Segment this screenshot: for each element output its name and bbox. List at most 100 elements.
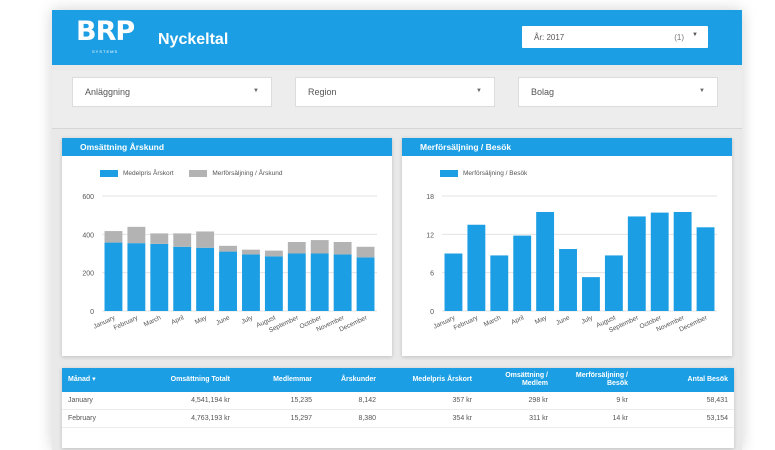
bar: [242, 254, 260, 311]
x-tick-label: June: [555, 314, 571, 326]
bar: [287, 242, 306, 254]
column-header[interactable]: Omsättning / Medlem: [478, 368, 554, 392]
x-tick-label: May: [194, 314, 209, 326]
bar: [196, 247, 215, 311]
bar: [513, 235, 532, 311]
table-cell: 15,297: [236, 409, 318, 428]
table-cell: 8,142: [318, 392, 382, 410]
bar: [444, 253, 463, 311]
x-tick-label: May: [534, 314, 549, 326]
chevron-down-icon: ▼: [699, 88, 705, 94]
table-cell: 298 kr: [478, 392, 554, 410]
y-tick-label: 0: [90, 309, 94, 316]
brp-logo: BRP: [76, 16, 135, 47]
bar: [264, 250, 283, 257]
x-tick-label: June: [215, 314, 231, 326]
bar: [356, 257, 375, 311]
bar: [150, 243, 169, 311]
filter-label: Region: [308, 87, 337, 97]
logo-subtitle: SYSTEMS: [92, 49, 119, 54]
y-tick-label: 600: [82, 194, 94, 201]
x-tick-label: April: [170, 314, 185, 326]
bar: [242, 249, 260, 255]
chart-title: Merförsäljning / Besök: [402, 138, 732, 156]
bar-chart: 061218JanuaryFebruary March April May June Ju…: [426, 194, 717, 334]
bar: [310, 253, 329, 311]
bar: [333, 242, 352, 255]
top-bar: BRP SYSTEMS Nyckeltal År: 2017 (1) ▼: [52, 10, 742, 65]
bar: [196, 231, 215, 248]
table-cell: 8,380: [318, 409, 382, 428]
data-table: Månad ▾ Omsättning Totalt Medlemmar Årsk…: [62, 368, 734, 428]
chevron-down-icon: ▼: [692, 32, 698, 38]
bar: [673, 211, 692, 311]
x-tick-label: July: [580, 314, 594, 326]
filter-label: Bolag: [531, 87, 555, 97]
y-tick-label: 400: [82, 232, 94, 239]
column-header-label: Månad: [68, 376, 91, 383]
bar: [310, 240, 329, 254]
x-tick-label: February: [453, 314, 480, 332]
bar: [650, 212, 669, 311]
bar: [264, 256, 283, 311]
bar: [127, 226, 146, 244]
column-header[interactable]: Medlemmar: [236, 368, 318, 392]
bar: [536, 211, 555, 311]
table-cell: 9 kr: [554, 392, 634, 410]
y-tick-label: 18: [426, 194, 434, 201]
table-cell: 53,154: [634, 409, 734, 428]
table-cell: 311 kr: [478, 409, 554, 428]
column-header-manad[interactable]: Månad ▾: [62, 368, 132, 392]
bar: [333, 254, 352, 311]
bar: [287, 253, 306, 311]
bar: [582, 277, 600, 311]
filter-bar: Anläggning ▼ Region ▼ Bolag ▼: [52, 70, 742, 129]
table-cell: 4,541,194 kr: [132, 392, 236, 410]
sort-icon: ▾: [92, 376, 96, 383]
year-select-count: (1): [674, 33, 684, 42]
table-cell: 58,431: [634, 392, 734, 410]
bar: [604, 255, 623, 311]
bar: [559, 249, 577, 311]
bar: [356, 246, 375, 258]
year-select[interactable]: År: 2017 (1) ▼: [522, 26, 708, 48]
filter-anlaggning[interactable]: Anläggning ▼: [72, 77, 272, 107]
stacked-bar-chart: 0200400600JanuaryFebruary March April May Ju…: [82, 194, 377, 334]
table-row: February 4,763,193 kr 15,297 8,380 354 k…: [62, 409, 734, 428]
bar: [696, 227, 715, 311]
bar: [173, 246, 192, 311]
chart-title: Omsättning Årskund: [62, 138, 392, 156]
bar: [127, 243, 146, 311]
bar: [490, 255, 509, 311]
chevron-down-icon: ▼: [253, 88, 259, 94]
column-header[interactable]: Årskunder: [318, 368, 382, 392]
bar: [173, 233, 192, 247]
filter-region[interactable]: Region ▼: [295, 77, 495, 107]
chart-card-omsattning: Omsättning Årskund Medelpris Årskort Mer…: [62, 138, 392, 356]
column-header[interactable]: Antal Besök: [634, 368, 734, 392]
table-cell: January: [62, 392, 132, 410]
y-tick-label: 12: [426, 232, 434, 239]
table-cell: 14 kr: [554, 409, 634, 428]
table-header-row: Månad ▾ Omsättning Totalt Medlemmar Årsk…: [62, 368, 734, 392]
x-tick-label: February: [113, 314, 140, 332]
bar: [219, 251, 237, 311]
y-tick-label: 6: [430, 271, 434, 278]
bar: [104, 231, 123, 243]
chart-card-merforsaljning: Merförsäljning / Besök Merförsäljning / …: [402, 138, 732, 356]
bar: [104, 242, 123, 311]
dashboard-sheet: BRP SYSTEMS Nyckeltal År: 2017 (1) ▼ Anl…: [52, 10, 742, 450]
x-tick-label: April: [510, 314, 525, 326]
bar: [150, 233, 169, 244]
table-row: January 4,541,194 kr 15,235 8,142 357 kr…: [62, 392, 734, 410]
column-header[interactable]: Medelpris Årskort: [382, 368, 478, 392]
x-tick-label: March: [483, 314, 503, 328]
page-title: Nyckeltal: [158, 31, 229, 48]
x-tick-label: July: [240, 314, 254, 326]
filter-bolag[interactable]: Bolag ▼: [518, 77, 718, 107]
y-tick-label: 0: [430, 309, 434, 316]
bar: [467, 224, 486, 311]
column-header[interactable]: Merförsäljning / Besök: [554, 368, 634, 392]
table-cell: February: [62, 409, 132, 428]
column-header[interactable]: Omsättning Totalt: [132, 368, 236, 392]
